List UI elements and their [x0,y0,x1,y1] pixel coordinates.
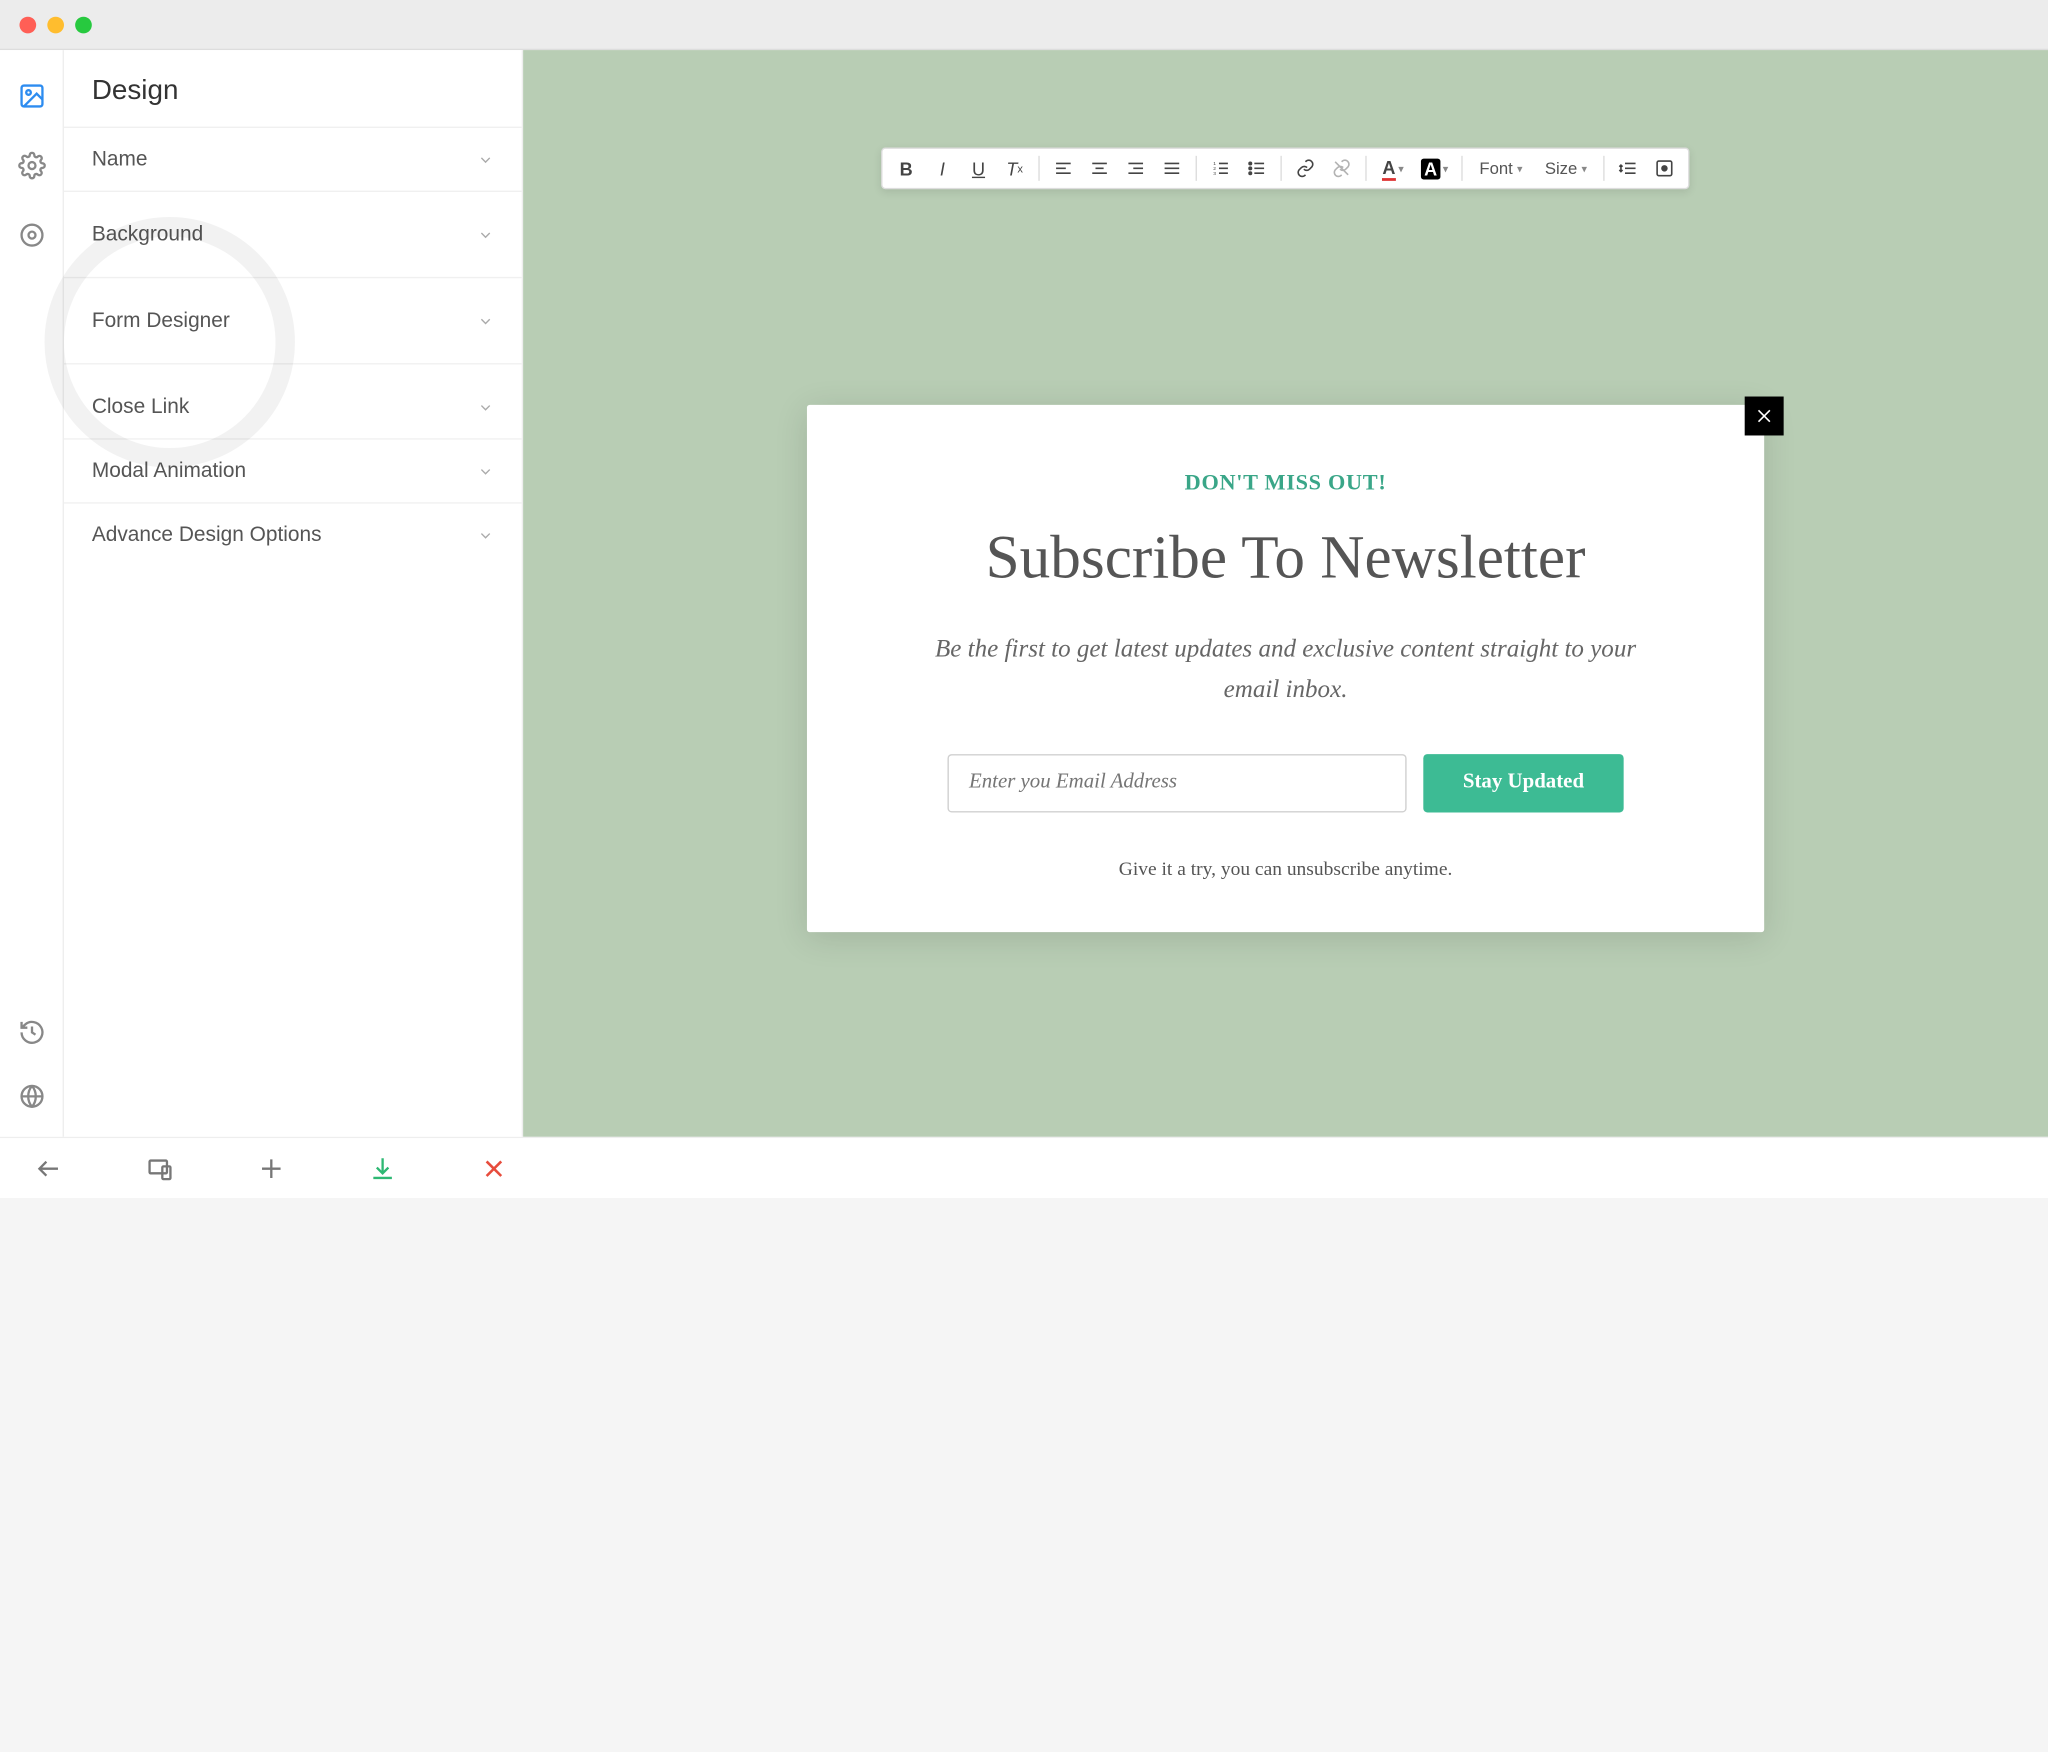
sidebar-title: Design [64,50,522,127]
size-select[interactable]: Size▾ [1534,159,1599,178]
link-button[interactable] [1287,150,1323,186]
rich-text-toolbar: B I U Tx 123 A▾ A▾ Font▾ Siz [881,147,1690,189]
email-input[interactable] [948,754,1407,812]
separator [1280,156,1281,181]
text-color-button[interactable]: A▾ [1372,150,1414,186]
accordion-advance-design[interactable]: Advance Design Options [64,502,522,566]
chevron-down-icon [477,399,494,416]
unlink-button[interactable] [1324,150,1360,186]
underline-button[interactable]: U [960,150,996,186]
modal-heading[interactable]: Subscribe To Newsletter [868,522,1703,593]
chevron-down-icon [477,226,494,243]
accordion-background[interactable]: Background [64,191,522,277]
italic-button[interactable]: I [924,150,960,186]
align-right-button[interactable] [1118,150,1154,186]
chevron-down-icon [477,527,494,544]
history-icon[interactable] [16,1017,47,1048]
accordion-label: Close Link [92,395,189,419]
accordion-label: Name [92,147,148,171]
bottom-toolbar [0,1137,2048,1198]
separator [1461,156,1462,181]
design-sidebar: Design Name Background Form Designer Clo… [64,50,523,1137]
target-icon[interactable] [16,220,47,251]
separator [1196,156,1197,181]
accordion-modal-animation[interactable]: Modal Animation [64,438,522,502]
gear-icon[interactable] [16,150,47,181]
separator [1038,156,1039,181]
align-left-button[interactable] [1045,150,1081,186]
modal-foot-text[interactable]: Give it a try, you can unsubscribe anyti… [868,859,1703,881]
svg-text:3: 3 [1213,171,1216,177]
ordered-list-button[interactable]: 123 [1203,150,1239,186]
close-icon[interactable] [1745,397,1784,436]
accordion-label: Background [92,223,203,247]
accordion-label: Modal Animation [92,459,246,483]
bold-button[interactable]: B [888,150,924,186]
accordion-name[interactable]: Name [64,127,522,191]
modal-subtext[interactable]: Be the first to get latest updates and e… [910,629,1661,709]
modal-eyebrow[interactable]: DON'T MISS OUT! [868,472,1703,497]
window-max-dot[interactable] [75,16,92,33]
modal-form-row: Stay Updated [868,754,1703,812]
window-titlebar [0,0,2048,50]
special-char-button[interactable] [1647,150,1683,186]
accordion-form-designer[interactable]: Form Designer [64,277,522,363]
chevron-down-icon [477,463,494,480]
delete-icon[interactable] [479,1153,510,1184]
add-icon[interactable] [256,1153,287,1184]
line-height-button[interactable] [1611,150,1647,186]
device-icon[interactable] [145,1153,176,1184]
subscribe-button[interactable]: Stay Updated [1424,754,1623,812]
editor-canvas[interactable]: B I U Tx 123 A▾ A▾ Font▾ Siz [523,50,2048,1137]
back-icon[interactable] [33,1153,64,1184]
clear-format-button[interactable]: Tx [997,150,1033,186]
window-min-dot[interactable] [47,16,64,33]
left-rail [0,50,64,1137]
newsletter-modal[interactable]: DON'T MISS OUT! Subscribe To Newsletter … [807,405,1764,932]
globe-icon[interactable] [16,1081,47,1112]
window-close-dot[interactable] [19,16,36,33]
align-justify-button[interactable] [1154,150,1190,186]
accordion-label: Advance Design Options [92,523,322,547]
bg-color-button[interactable]: A▾ [1414,150,1456,186]
unordered-list-button[interactable] [1239,150,1275,186]
download-icon[interactable] [367,1153,398,1184]
separator [1365,156,1366,181]
chevron-down-icon [477,151,494,168]
align-center-button[interactable] [1081,150,1117,186]
separator [1604,156,1605,181]
font-select[interactable]: Font▾ [1468,159,1533,178]
accordion-close-link[interactable]: Close Link [64,363,522,438]
chevron-down-icon [477,312,494,329]
accordion-label: Form Designer [92,309,230,333]
image-icon[interactable] [16,81,47,112]
